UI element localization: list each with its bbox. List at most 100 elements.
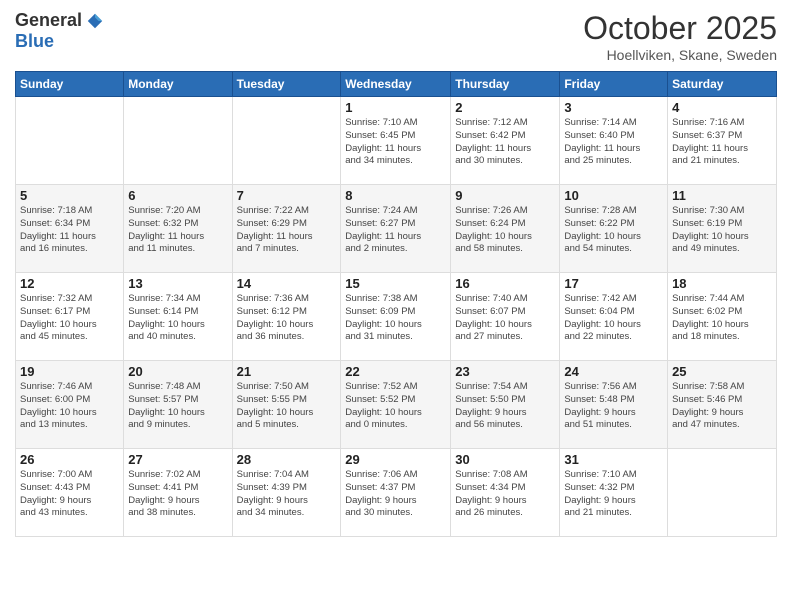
cell-0-6: 4 Sunrise: 7:16 AM Sunset: 6:37 PM Daylig… <box>668 97 777 185</box>
cell-4-3: 29 Sunrise: 7:06 AM Sunset: 4:37 PM Dayli… <box>341 449 451 537</box>
page: General Blue October 2025 Hoellviken, Sk… <box>0 0 792 612</box>
weekday-header-row: Sunday Monday Tuesday Wednesday Thursday… <box>16 72 777 97</box>
day-num-2-3: 15 <box>345 276 446 291</box>
cell-4-2: 28 Sunrise: 7:04 AM Sunset: 4:39 PM Dayli… <box>232 449 341 537</box>
cell-0-3: 1 Sunrise: 7:10 AM Sunset: 6:45 PM Daylig… <box>341 97 451 185</box>
day-info-4-3: Sunrise: 7:06 AM Sunset: 4:37 PM Dayligh… <box>345 469 446 520</box>
week-row-1: 5 Sunrise: 7:18 AM Sunset: 6:34 PM Daylig… <box>16 185 777 273</box>
week-row-2: 12Sunrise: 7:32 AM Sunset: 6:17 PM Dayli… <box>16 273 777 361</box>
cell-4-6 <box>668 449 777 537</box>
day-num-0-4: 2 <box>455 100 555 115</box>
cell-0-5: 3 Sunrise: 7:14 AM Sunset: 6:40 PM Daylig… <box>560 97 668 185</box>
cell-0-4: 2 Sunrise: 7:12 AM Sunset: 6:42 PM Daylig… <box>451 97 560 185</box>
header-monday: Monday <box>124 72 232 97</box>
logo-icon <box>86 12 104 30</box>
day-info-2-4: Sunrise: 7:40 AM Sunset: 6:07 PM Dayligh… <box>455 293 555 344</box>
day-info-2-5: Sunrise: 7:42 AM Sunset: 6:04 PM Dayligh… <box>564 293 663 344</box>
day-info-3-6: Sunrise: 7:58 AM Sunset: 5:46 PM Dayligh… <box>672 381 772 432</box>
day-num-4-5: 31 <box>564 452 663 467</box>
cell-2-1: 13 Sunrise: 7:34 AM Sunset: 6:14 PM Dayli… <box>124 273 232 361</box>
day-info-4-2: Sunrise: 7:04 AM Sunset: 4:39 PM Dayligh… <box>237 469 337 520</box>
header-friday: Friday <box>560 72 668 97</box>
day-num-4-2: 28 <box>237 452 337 467</box>
day-info-4-4: Sunrise: 7:08 AM Sunset: 4:34 PM Dayligh… <box>455 469 555 520</box>
cell-4-0: 26 Sunrise: 7:00 AM Sunset: 4:43 PM Dayli… <box>16 449 124 537</box>
header-saturday: Saturday <box>668 72 777 97</box>
calendar-body: 1 Sunrise: 7:10 AM Sunset: 6:45 PM Daylig… <box>16 97 777 537</box>
cell-2-5: 17Sunrise: 7:42 AM Sunset: 6:04 PM Dayli… <box>560 273 668 361</box>
month-title: October 2025 <box>583 10 777 47</box>
day-info-4-0: Sunrise: 7:00 AM Sunset: 4:43 PM Dayligh… <box>20 469 119 520</box>
header: General Blue October 2025 Hoellviken, Sk… <box>15 10 777 63</box>
day-info-2-3: Sunrise: 7:38 AM Sunset: 6:09 PM Dayligh… <box>345 293 446 344</box>
header-wednesday: Wednesday <box>341 72 451 97</box>
cell-1-1: 6 Sunrise: 7:20 AM Sunset: 6:32 PM Daylig… <box>124 185 232 273</box>
title-area: October 2025 Hoellviken, Skane, Sweden <box>583 10 777 63</box>
day-info-1-2: Sunrise: 7:22 AM Sunset: 6:29 PM Dayligh… <box>237 205 337 256</box>
day-info-2-1: Sunrise: 7:34 AM Sunset: 6:14 PM Dayligh… <box>128 293 227 344</box>
day-num-3-6: 25 <box>672 364 772 379</box>
day-info-4-1: Sunrise: 7:02 AM Sunset: 4:41 PM Dayligh… <box>128 469 227 520</box>
day-num-3-1: 20 <box>128 364 227 379</box>
day-num-4-4: 30 <box>455 452 555 467</box>
cell-2-3: 15 Sunrise: 7:38 AM Sunset: 6:09 PM Dayli… <box>341 273 451 361</box>
day-num-3-2: 21 <box>237 364 337 379</box>
cell-1-0: 5 Sunrise: 7:18 AM Sunset: 6:34 PM Daylig… <box>16 185 124 273</box>
day-num-1-1: 6 <box>128 188 227 203</box>
day-num-2-1: 13 <box>128 276 227 291</box>
cell-0-1 <box>124 97 232 185</box>
header-tuesday: Tuesday <box>232 72 341 97</box>
cell-2-0: 12Sunrise: 7:32 AM Sunset: 6:17 PM Dayli… <box>16 273 124 361</box>
day-num-4-0: 26 <box>20 452 119 467</box>
day-num-0-5: 3 <box>564 100 663 115</box>
cell-3-3: 22 Sunrise: 7:52 AM Sunset: 5:52 PM Dayli… <box>341 361 451 449</box>
logo-general-text: General <box>15 10 82 31</box>
day-num-1-0: 5 <box>20 188 119 203</box>
day-info-3-4: Sunrise: 7:54 AM Sunset: 5:50 PM Dayligh… <box>455 381 555 432</box>
cell-0-0 <box>16 97 124 185</box>
day-info-3-3: Sunrise: 7:52 AM Sunset: 5:52 PM Dayligh… <box>345 381 446 432</box>
day-num-1-3: 8 <box>345 188 446 203</box>
day-info-1-0: Sunrise: 7:18 AM Sunset: 6:34 PM Dayligh… <box>20 205 119 256</box>
cell-3-0: 19Sunrise: 7:46 AM Sunset: 6:00 PM Dayli… <box>16 361 124 449</box>
cell-3-2: 21Sunrise: 7:50 AM Sunset: 5:55 PM Dayli… <box>232 361 341 449</box>
day-num-4-1: 27 <box>128 452 227 467</box>
day-num-1-2: 7 <box>237 188 337 203</box>
day-info-0-6: Sunrise: 7:16 AM Sunset: 6:37 PM Dayligh… <box>672 117 772 168</box>
day-num-2-0: 12 <box>20 276 119 291</box>
cell-4-4: 30 Sunrise: 7:08 AM Sunset: 4:34 PM Dayli… <box>451 449 560 537</box>
cell-2-2: 14 Sunrise: 7:36 AM Sunset: 6:12 PM Dayli… <box>232 273 341 361</box>
day-num-3-3: 22 <box>345 364 446 379</box>
cell-1-6: 11 Sunrise: 7:30 AM Sunset: 6:19 PM Dayli… <box>668 185 777 273</box>
week-row-3: 19Sunrise: 7:46 AM Sunset: 6:00 PM Dayli… <box>16 361 777 449</box>
logo-blue-text: Blue <box>15 31 54 52</box>
cell-1-2: 7 Sunrise: 7:22 AM Sunset: 6:29 PM Daylig… <box>232 185 341 273</box>
day-num-1-4: 9 <box>455 188 555 203</box>
day-info-1-6: Sunrise: 7:30 AM Sunset: 6:19 PM Dayligh… <box>672 205 772 256</box>
day-num-1-6: 11 <box>672 188 772 203</box>
day-num-3-5: 24 <box>564 364 663 379</box>
cell-3-6: 25 Sunrise: 7:58 AM Sunset: 5:46 PM Dayli… <box>668 361 777 449</box>
cell-3-4: 23Sunrise: 7:54 AM Sunset: 5:50 PM Dayli… <box>451 361 560 449</box>
cell-2-6: 18 Sunrise: 7:44 AM Sunset: 6:02 PM Dayli… <box>668 273 777 361</box>
day-num-4-3: 29 <box>345 452 446 467</box>
day-info-2-6: Sunrise: 7:44 AM Sunset: 6:02 PM Dayligh… <box>672 293 772 344</box>
header-sunday: Sunday <box>16 72 124 97</box>
day-num-0-6: 4 <box>672 100 772 115</box>
day-info-0-3: Sunrise: 7:10 AM Sunset: 6:45 PM Dayligh… <box>345 117 446 168</box>
day-num-0-3: 1 <box>345 100 446 115</box>
day-info-3-1: Sunrise: 7:48 AM Sunset: 5:57 PM Dayligh… <box>128 381 227 432</box>
day-info-2-2: Sunrise: 7:36 AM Sunset: 6:12 PM Dayligh… <box>237 293 337 344</box>
day-info-1-4: Sunrise: 7:26 AM Sunset: 6:24 PM Dayligh… <box>455 205 555 256</box>
day-info-0-5: Sunrise: 7:14 AM Sunset: 6:40 PM Dayligh… <box>564 117 663 168</box>
day-num-2-2: 14 <box>237 276 337 291</box>
day-info-1-1: Sunrise: 7:20 AM Sunset: 6:32 PM Dayligh… <box>128 205 227 256</box>
cell-3-5: 24Sunrise: 7:56 AM Sunset: 5:48 PM Dayli… <box>560 361 668 449</box>
day-num-1-5: 10 <box>564 188 663 203</box>
cell-4-5: 31Sunrise: 7:10 AM Sunset: 4:32 PM Dayli… <box>560 449 668 537</box>
cell-1-3: 8Sunrise: 7:24 AM Sunset: 6:27 PM Daylig… <box>341 185 451 273</box>
cell-0-2 <box>232 97 341 185</box>
day-num-2-6: 18 <box>672 276 772 291</box>
day-info-0-4: Sunrise: 7:12 AM Sunset: 6:42 PM Dayligh… <box>455 117 555 168</box>
day-num-3-0: 19 <box>20 364 119 379</box>
